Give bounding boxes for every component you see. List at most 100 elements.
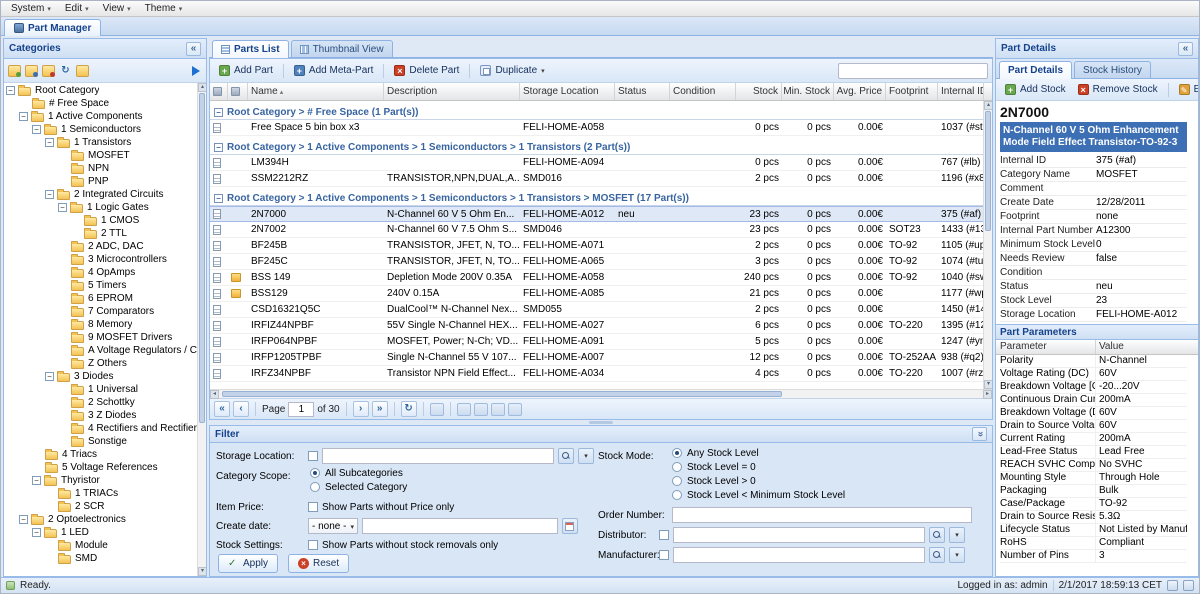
- distributor-search-icon[interactable]: [929, 527, 945, 543]
- storage-location-input[interactable]: [322, 448, 554, 464]
- part-row[interactable]: Free Space 5 bin box x3 FELI-HOME-A058 0 p…: [210, 120, 984, 136]
- delete-category-icon[interactable]: [42, 64, 55, 77]
- tree-node[interactable]: 7 Comparators: [4, 305, 206, 318]
- tree-node[interactable]: MOSFET: [4, 149, 206, 162]
- part-row[interactable]: IRFIZ44NPBF 55V Single N-Channel HEX... FE…: [210, 318, 984, 334]
- categories-scrollbar[interactable]: [197, 83, 206, 576]
- tree-node[interactable]: 2 TTL: [4, 227, 206, 240]
- tree-node[interactable]: 4 OpAmps: [4, 266, 206, 279]
- tab-parts-list[interactable]: Parts List: [212, 40, 289, 58]
- tab-stock-history[interactable]: Stock History: [1074, 61, 1151, 78]
- part-row[interactable]: LM394H FELI-HOME-A094 0 pcs 0 pcs 0.00€ 767 (…: [210, 155, 983, 171]
- expand-grid-icon[interactable]: [490, 402, 505, 416]
- edit-part-button[interactable]: Edit Part: [1174, 81, 1198, 98]
- reload-categories-icon[interactable]: [59, 65, 72, 77]
- part-row[interactable]: CSD16321Q5C DualCool™ N-Channel Nex... SMD…: [210, 302, 984, 318]
- tree-node[interactable]: Thyristor: [4, 474, 206, 487]
- page-input[interactable]: [288, 401, 315, 417]
- radio-option[interactable]: Stock Level > 0: [672, 474, 845, 488]
- collapse-toggle-icon[interactable]: [45, 138, 54, 147]
- first-page-button[interactable]: [214, 401, 230, 417]
- reset-columns-icon[interactable]: [456, 402, 471, 416]
- tree-node[interactable]: # Free Space: [4, 97, 206, 110]
- calendar-button[interactable]: [561, 518, 578, 534]
- radio-option[interactable]: Selected Category: [310, 480, 407, 494]
- radio-option[interactable]: Any Stock Level: [672, 446, 845, 460]
- manufacturer-search-icon[interactable]: [929, 547, 945, 563]
- tree-node[interactable]: 2 Optoelectronics: [4, 513, 206, 526]
- apply-button[interactable]: Apply: [218, 553, 279, 573]
- tree-node[interactable]: 2 SCR: [4, 500, 206, 513]
- menu-edit[interactable]: Edit: [58, 2, 96, 15]
- part-row[interactable]: IRFP1205TPBF Single N-Channel 55 V 107...…: [210, 350, 984, 366]
- collapse-categories-button[interactable]: [186, 41, 201, 56]
- group-row[interactable]: Root Category > 1 Active Components > 1 …: [210, 187, 983, 206]
- connection-icon[interactable]: [1167, 580, 1178, 591]
- scroll-up-icon[interactable]: [198, 83, 206, 92]
- part-row[interactable]: BF245C TRANSISTOR, JFET, N, TO... FELI-HOM…: [210, 254, 984, 270]
- scroll-right-icon[interactable]: [983, 390, 992, 399]
- column-header-icon-0[interactable]: [210, 83, 228, 100]
- column-header-stock[interactable]: Stock: [736, 83, 782, 100]
- tree-node[interactable]: 4 Triacs: [4, 448, 206, 461]
- add-stock-button[interactable]: Add Stock: [1000, 81, 1071, 98]
- tree-node[interactable]: 1 TRIACs: [4, 487, 206, 500]
- column-header-internal-id[interactable]: Internal ID: [938, 83, 984, 100]
- prev-page-button[interactable]: [233, 401, 249, 417]
- manufacturer-checkbox[interactable]: [659, 550, 669, 560]
- tree-node[interactable]: 3 Diodes: [4, 370, 206, 383]
- create-date-input[interactable]: [361, 518, 558, 534]
- tab-part-manager[interactable]: Part Manager: [4, 19, 102, 36]
- tree-node[interactable]: 6 EPROM: [4, 292, 206, 305]
- refresh-icon[interactable]: [400, 401, 417, 417]
- part-row[interactable]: 2N7002 N-Channel 60 V 7.5 Ohm S... SMD046 2…: [210, 222, 984, 238]
- collapse-details-button[interactable]: [1178, 41, 1193, 56]
- collapse-toggle-icon[interactable]: [32, 528, 41, 537]
- expand-all-icon[interactable]: [76, 64, 89, 77]
- create-date-operator-select[interactable]: - none -: [308, 518, 358, 534]
- part-row[interactable]: IRFZ34NPBF Transistor NPN Field Effect...…: [210, 366, 984, 382]
- column-header-min-stock[interactable]: Min. Stock: [782, 83, 834, 100]
- tree-node[interactable]: Module: [4, 539, 206, 552]
- add-part-button[interactable]: Add Part: [214, 62, 278, 79]
- scroll-down-icon[interactable]: [198, 567, 206, 576]
- tree-node[interactable]: 1 Semiconductors: [4, 123, 206, 136]
- column-header-status[interactable]: Status: [615, 83, 670, 100]
- grid-vertical-scrollbar[interactable]: [983, 101, 992, 389]
- manufacturer-dropdown-icon[interactable]: [949, 547, 965, 563]
- scroll-up-icon[interactable]: [984, 101, 992, 110]
- tree-node[interactable]: 3 Microcontrollers: [4, 253, 206, 266]
- storage-location-checkbox[interactable]: [308, 451, 318, 461]
- menu-view[interactable]: View: [96, 2, 138, 15]
- edit-category-icon[interactable]: [25, 64, 38, 77]
- tree-node[interactable]: SMD: [4, 552, 206, 565]
- distributor-checkbox[interactable]: [659, 530, 669, 540]
- collapse-toggle-icon[interactable]: [45, 190, 54, 199]
- part-row[interactable]: BSS129 240V 0.15A FELI-HOME-A085 21 pcs 0 pc…: [210, 286, 984, 302]
- scroll-left-icon[interactable]: [210, 390, 219, 399]
- column-header-icon-1[interactable]: [228, 83, 248, 100]
- tab-part-details[interactable]: Part Details: [999, 61, 1073, 79]
- manufacturer-input[interactable]: [673, 547, 925, 563]
- tree-node[interactable]: 3 Z Diodes: [4, 409, 206, 422]
- delete-part-button[interactable]: Delete Part: [389, 62, 464, 79]
- collapse-toggle-icon[interactable]: [45, 372, 54, 381]
- tree-node[interactable]: 8 Memory: [4, 318, 206, 331]
- scroll-down-icon[interactable]: [984, 380, 992, 389]
- tree-node[interactable]: 1 Universal: [4, 383, 206, 396]
- search-input[interactable]: [838, 62, 988, 79]
- grid-horizontal-scrollbar[interactable]: [210, 389, 992, 399]
- tree-node[interactable]: 1 Logic Gates: [4, 201, 206, 214]
- remove-stock-button[interactable]: Remove Stock: [1073, 81, 1163, 98]
- distributor-input[interactable]: [673, 527, 925, 543]
- menu-theme[interactable]: Theme: [138, 2, 190, 15]
- reset-button[interactable]: Reset: [288, 553, 350, 573]
- grid-preferences-icon[interactable]: [429, 402, 444, 416]
- collapse-toggle-icon[interactable]: [19, 112, 28, 121]
- console-icon[interactable]: [1183, 580, 1194, 591]
- menu-system[interactable]: System: [4, 2, 58, 15]
- apply-category-filter-icon[interactable]: [192, 65, 200, 76]
- last-page-button[interactable]: [371, 401, 388, 417]
- group-row[interactable]: Root Category > 1 Active Components > 1 …: [210, 136, 983, 155]
- export-grid-icon[interactable]: [507, 402, 522, 416]
